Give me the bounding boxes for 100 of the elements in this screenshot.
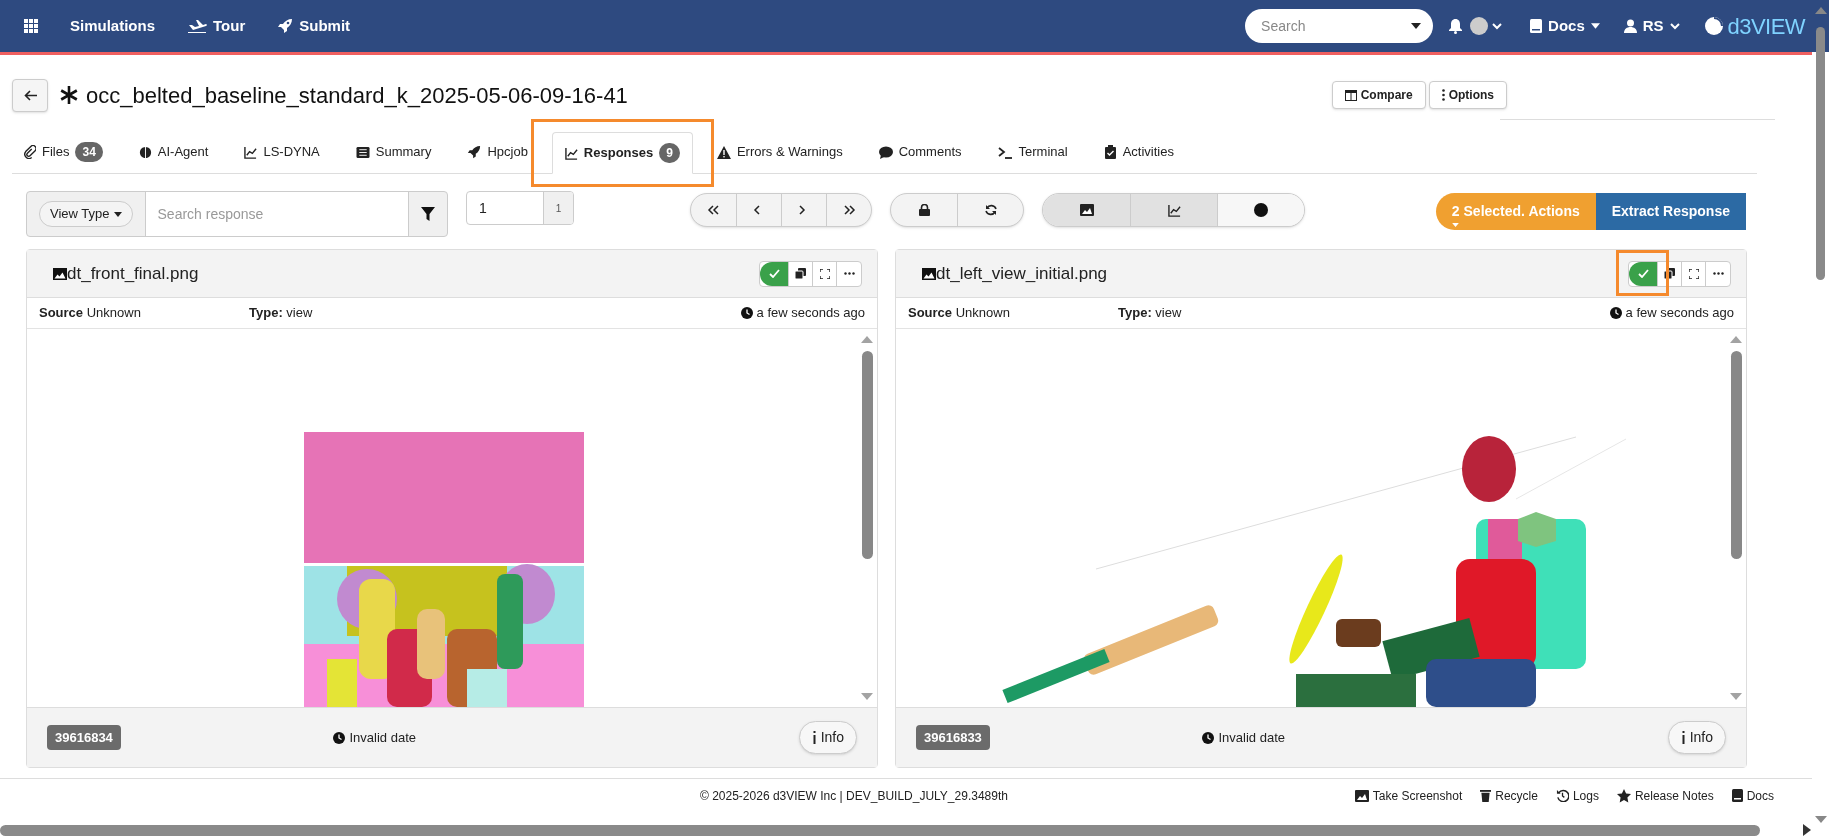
page-total: 1	[543, 192, 573, 224]
paperclip-icon	[24, 145, 36, 159]
nav-link[interactable]: Submit	[277, 14, 351, 38]
card-title: dt_left_view_initial.png	[936, 262, 1109, 285]
scroll-down-icon[interactable]	[1730, 693, 1742, 701]
highlight-frame	[1616, 249, 1669, 296]
card-title: dt_front_final.png	[67, 262, 200, 285]
check-icon	[1637, 269, 1649, 278]
info-icon	[811, 731, 817, 744]
user-icon	[1623, 19, 1637, 33]
footer-link[interactable]: Take Screenshot	[1354, 786, 1463, 805]
lock-icon	[918, 204, 930, 216]
fullscreen-icon	[819, 268, 830, 279]
scroll-down-icon[interactable]	[861, 693, 873, 701]
header-button[interactable]: Compare	[1331, 81, 1426, 109]
view-mode-button[interactable]	[1043, 194, 1130, 226]
tab[interactable]: Terminal	[985, 131, 1080, 173]
scroll-up-icon[interactable]	[861, 335, 873, 343]
book-icon	[1731, 789, 1743, 802]
caret-icon	[1451, 223, 1459, 227]
footer-link[interactable]: Recycle	[1480, 786, 1538, 805]
id-badge: 39616833	[916, 724, 990, 751]
scroll-up-icon[interactable]	[1730, 335, 1742, 343]
user-menu[interactable]: RS	[1623, 14, 1680, 38]
check-icon	[768, 269, 780, 278]
info-button[interactable]: Info	[1667, 721, 1726, 754]
caret-icon	[1492, 22, 1503, 30]
footer-link[interactable]: Release Notes	[1616, 786, 1714, 805]
clipboard-icon	[1103, 145, 1117, 159]
fullscreen-icon	[1688, 268, 1699, 279]
tab[interactable]: Files 34	[12, 131, 115, 173]
plane-icon	[187, 19, 207, 33]
back-button[interactable]	[12, 78, 48, 112]
first-page-icon	[707, 205, 720, 215]
book-icon	[1530, 19, 1543, 33]
tab[interactable]: Comments	[866, 131, 974, 173]
star-icon	[1616, 788, 1631, 803]
brain-icon	[138, 145, 152, 159]
source-text: Source Unknown	[908, 304, 1011, 323]
image-icon	[1354, 789, 1369, 802]
scroll-thumb[interactable]	[1816, 27, 1825, 280]
info-icon	[1680, 731, 1686, 744]
image-icon	[1079, 204, 1094, 216]
extract-response-button[interactable]: Extract Response	[1595, 193, 1746, 230]
caret-icon	[1669, 22, 1680, 30]
scroll-up-icon[interactable]	[1814, 6, 1827, 15]
list-icon	[355, 145, 370, 159]
header-button[interactable]: Options	[1428, 81, 1507, 109]
tab[interactable]: AI-Agent	[126, 131, 221, 173]
source-text: Source Unknown	[39, 304, 142, 323]
status-dropdown[interactable]	[1470, 17, 1503, 35]
tab[interactable]: Hpcjob	[455, 131, 540, 173]
more-icon	[843, 272, 855, 275]
columns-icon	[1344, 89, 1357, 101]
bell-icon[interactable]	[1449, 18, 1463, 34]
page-field[interactable]: 1 1	[466, 191, 574, 225]
select-checkbox[interactable]	[1629, 261, 1657, 286]
tab[interactable]: Activities	[1091, 131, 1186, 173]
logo-icon	[1703, 16, 1724, 36]
docs-menu[interactable]: Docs	[1530, 14, 1600, 38]
caret-icon	[1411, 23, 1422, 29]
type-text: Type: view	[1118, 304, 1183, 323]
time-text: a few seconds ago	[1625, 304, 1734, 323]
footer-link[interactable]: Docs	[1731, 786, 1774, 805]
search-field[interactable]: Search	[1245, 9, 1434, 43]
vertical-dots-icon	[1441, 89, 1445, 101]
copy-icon	[795, 268, 806, 279]
warning-icon	[716, 145, 731, 159]
footer-link[interactable]: Logs	[1555, 786, 1599, 805]
time-text: a few seconds ago	[756, 304, 865, 323]
speech-bubble-icon	[878, 145, 893, 159]
id-badge: 39616834	[47, 724, 121, 751]
status-dot-icon	[1470, 17, 1489, 35]
tab[interactable]: LS-DYNA	[232, 131, 332, 173]
info-button[interactable]: Info	[798, 721, 857, 754]
line-chart-icon	[1167, 203, 1181, 217]
select-checkbox[interactable]	[760, 261, 788, 286]
scroll-right-icon[interactable]	[1803, 824, 1812, 836]
search-input[interactable]: Search	[1261, 15, 1412, 37]
tab[interactable]: Errors & Warnings	[704, 131, 855, 173]
tab[interactable]: Responses 9	[551, 132, 693, 174]
tab[interactable]: Summary	[343, 131, 444, 173]
scroll-thumb[interactable]	[0, 824, 1760, 836]
rocket-icon	[467, 145, 482, 159]
scroll-thumb[interactable]	[1730, 351, 1742, 559]
view-mode-button[interactable]	[1217, 194, 1304, 226]
page-number-field[interactable]: 1	[467, 192, 543, 224]
rocket-icon	[277, 18, 294, 34]
dot-icon	[1254, 203, 1268, 217]
date-text: Invalid date	[349, 728, 416, 747]
nav-link[interactable]: Tour	[187, 14, 246, 38]
apps-icon[interactable]	[24, 19, 38, 33]
clock-icon	[333, 731, 346, 744]
nav-link[interactable]: Simulations	[70, 14, 155, 38]
clock-icon	[1202, 731, 1215, 744]
horizontal-scrollbar[interactable]	[0, 823, 1812, 837]
terminal-icon	[997, 145, 1013, 159]
trash-icon	[1480, 789, 1492, 802]
caret-icon	[1590, 23, 1600, 29]
scroll-thumb[interactable]	[861, 351, 873, 559]
